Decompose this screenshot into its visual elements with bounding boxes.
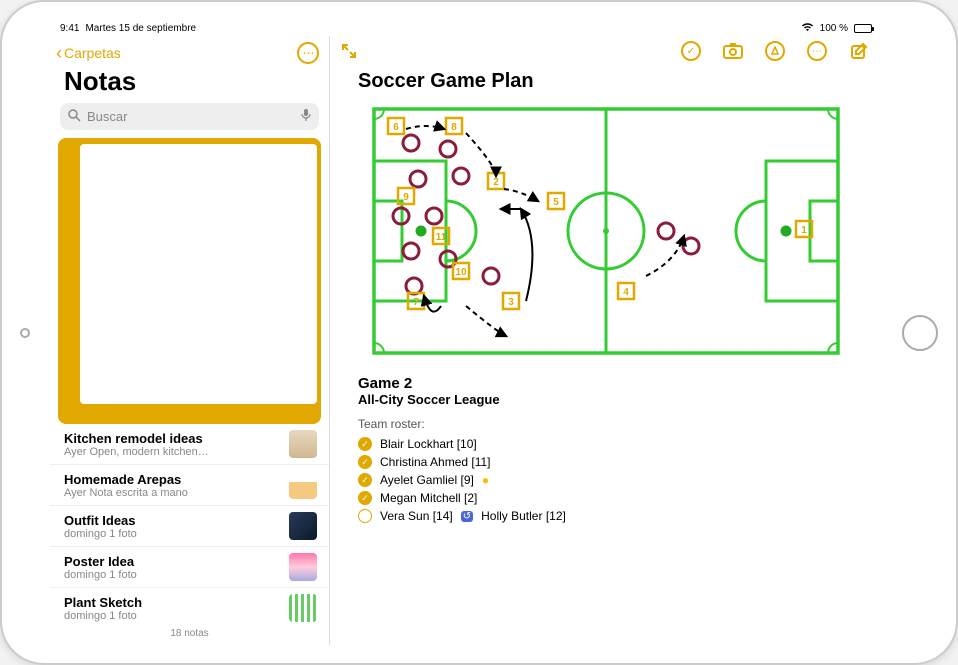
back-to-folders[interactable]: ‹ Carpetas [56,44,121,62]
svg-text:3: 3 [508,297,514,308]
note-list-item[interactable]: Soccer Game Plan9:41 Game 2 [58,138,321,424]
note-item-sub: Ayer Nota escrita a mano [64,487,281,499]
back-label: Carpetas [64,45,121,61]
note-content: ✓ ⋯ [330,36,882,645]
note-item-title: Kitchen remodel ideas [64,431,281,446]
status-bar: 9:41 Martes 15 de septiembre 100 % [50,20,882,36]
note-league: All-City Soccer League [358,392,854,407]
note-item-thumb [80,144,317,404]
sidebar-footer: 18 notas [50,622,329,645]
home-button[interactable] [902,315,938,351]
note-subheading: Game 2 [358,375,854,392]
sidebar-title: Notas [50,66,329,103]
svg-text:11: 11 [436,232,447,243]
roster-label: Team roster: [358,417,854,431]
roster-text: Holly Butler [12] [481,509,566,523]
roster-item[interactable]: ✓ Christina Ahmed [11] [358,453,854,471]
roster-item[interactable]: ✓ Blair Lockhart [10] [358,435,854,453]
roster-text: Vera Sun [14] [380,509,453,523]
checkbox-icon[interactable]: ✓ [358,437,372,451]
roster-text: Ayelet Gamliel [9] [380,473,474,487]
note-toolbar: ✓ ⋯ [330,36,882,64]
svg-text:4: 4 [623,287,629,298]
checklist-icon[interactable]: ✓ [680,40,702,62]
status-time: 9:41 [60,23,79,34]
note-item-title: Homemade Arepas [64,472,281,487]
roster-text: Christina Ahmed [11] [380,455,491,469]
notes-list[interactable]: Soccer Game Plan9:41 Game 2Kitchen remod… [50,138,329,622]
sidebar-more-button[interactable]: ⋯ [297,42,319,64]
note-item-title: Poster Idea [64,554,281,569]
checkbox-icon[interactable] [358,509,372,523]
search-icon [68,109,81,125]
note-list-item[interactable]: Kitchen remodel ideasAyer Open, modern k… [50,424,329,465]
expand-icon[interactable] [338,40,360,62]
compose-icon[interactable] [848,40,870,62]
note-title: Soccer Game Plan [358,70,854,93]
svg-text:10: 10 [455,267,467,278]
svg-text:6: 6 [393,122,399,133]
search-placeholder: Buscar [87,109,127,124]
battery-icon [854,24,872,33]
wifi-icon [801,22,814,35]
soccer-field-sketch: 6 8 2 9 11 5 10 7 3 4 1 [358,101,854,361]
note-item-title: Outfit Ideas [64,513,281,528]
svg-text:9: 9 [403,192,409,203]
markup-icon[interactable] [764,40,786,62]
roster-item[interactable]: Vera Sun [14] ↺ Holly Butler [12] [358,507,854,525]
note-item-thumb [289,430,317,458]
note-item-sub: domingo 1 foto [64,569,281,581]
svg-text:5: 5 [553,197,559,208]
checkbox-icon[interactable]: ✓ [358,455,372,469]
chevron-left-icon: ‹ [56,44,62,62]
notes-sidebar: ‹ Carpetas ⋯ Notas Buscar Soccer Game Pl… [50,36,330,645]
checkbox-icon[interactable]: ✓ [358,473,372,487]
roster-item[interactable]: ✓ Megan Mitchell [2] [358,489,854,507]
status-date: Martes 15 de septiembre [85,23,196,34]
svg-text:7: 7 [413,297,419,308]
highlight-dot: ● [482,473,489,487]
roster-text: Blair Lockhart [10] [380,437,477,451]
substitute-icon: ↺ [461,511,473,522]
roster-item[interactable]: ✓ Ayelet Gamliel [9] ● [358,471,854,489]
note-item-sub: domingo 1 foto [64,528,281,540]
note-item-sub: Ayer Open, modern kitchen… [64,446,281,458]
roster-list: ✓ Blair Lockhart [10] ✓ Christina Ahmed [11… [358,435,854,525]
svg-text:8: 8 [451,122,457,133]
note-list-item[interactable]: Outfit Ideasdomingo 1 foto [50,506,329,547]
note-item-sub: domingo 1 foto [64,610,281,622]
camera-icon[interactable] [722,40,744,62]
svg-text:1: 1 [801,225,807,236]
note-item-thumb [289,553,317,581]
note-item-thumb [289,471,317,499]
roster-text: Megan Mitchell [2] [380,491,477,505]
front-camera [20,328,30,338]
note-list-item[interactable]: Homemade ArepasAyer Nota escrita a mano [50,465,329,506]
svg-text:2: 2 [493,177,499,188]
note-list-item[interactable]: Plant Sketchdomingo 1 foto [50,588,329,622]
note-item-thumb [289,594,317,622]
search-input[interactable]: Buscar [60,103,319,130]
battery-percent: 100 % [820,23,848,34]
note-item-thumb [289,512,317,540]
checkbox-icon[interactable]: ✓ [358,491,372,505]
note-list-item[interactable]: Poster Ideadomingo 1 foto [50,547,329,588]
mic-icon[interactable] [301,108,311,125]
more-icon[interactable]: ⋯ [806,40,828,62]
note-item-title: Plant Sketch [64,595,281,610]
